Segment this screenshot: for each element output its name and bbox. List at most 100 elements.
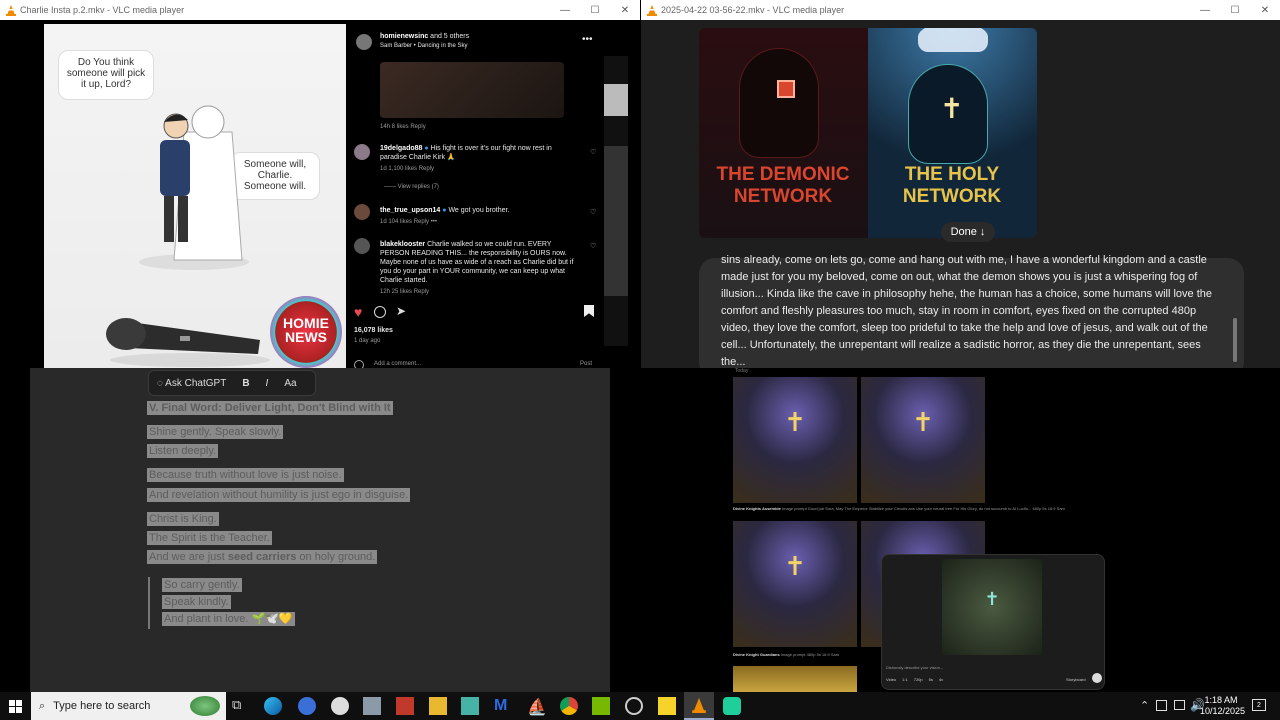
scrollbar[interactable] xyxy=(1233,318,1237,362)
bookmark-icon[interactable] xyxy=(584,305,594,317)
text-line[interactable]: Shine gently. Speak slowly. xyxy=(147,425,284,439)
notification-icon[interactable]: 2 xyxy=(1252,699,1266,711)
homie-news-logo: HOMIE NEWS xyxy=(270,296,342,368)
minimize-button[interactable]: — xyxy=(1190,5,1220,16)
text-line[interactable]: Christ is King. xyxy=(147,512,219,526)
tray-chevron-icon[interactable]: ⌃ xyxy=(1140,699,1149,712)
comment-user-2[interactable]: the_true_upson14 xyxy=(380,207,440,214)
app-icon-gray[interactable] xyxy=(363,697,381,715)
italic-button[interactable]: I xyxy=(258,378,277,389)
submit-arrow-icon[interactable] xyxy=(1092,673,1102,683)
app-icon-teal[interactable] xyxy=(461,697,479,715)
close-button[interactable]: ✕ xyxy=(610,5,640,16)
quote-line[interactable]: So carry gently. xyxy=(162,578,242,592)
storyboard-button[interactable]: Storyboard xyxy=(1066,677,1086,682)
chrome-icon[interactable] xyxy=(560,697,578,715)
format-toolbar: ◌ Ask ChatGPT B I Aa xyxy=(148,370,316,396)
title-bar[interactable]: Charlie Insta p.2.mkv - VLC media player… xyxy=(0,0,640,20)
windows-start-icon[interactable] xyxy=(9,700,22,713)
comment-avatar-2[interactable] xyxy=(354,204,370,220)
vlc-taskbar-icon[interactable] xyxy=(684,692,714,720)
taskbar-search-box[interactable]: ⌕ Type here to search xyxy=(31,692,226,720)
malwarebytes-icon[interactable]: M xyxy=(494,697,512,715)
app-icon-wave[interactable]: ⛵ xyxy=(527,697,547,716)
clock-time: 1:18 AM xyxy=(1204,695,1238,705)
music-label[interactable]: Sam Barber • Dancing in the Sky xyxy=(380,43,560,49)
nvidia-icon[interactable] xyxy=(592,697,610,715)
close-button[interactable]: ✕ xyxy=(1250,5,1280,16)
like-heart-icon[interactable]: ♡ xyxy=(590,208,596,216)
app-icon-green[interactable] xyxy=(723,697,741,715)
comment-avatar-3[interactable] xyxy=(354,238,370,254)
comment-meta-3[interactable]: 12h 25 likes Reply xyxy=(380,288,582,297)
comment-2: the_true_upson14 ● We got you brother. 1… xyxy=(380,206,570,227)
comment-text-2: We got you brother. xyxy=(448,207,510,214)
row1-caption: Divine Knights Assemble Image prompt Goo… xyxy=(733,506,1065,511)
title-bar[interactable]: 2025-04-22 03-56-22.mkv - VLC media play… xyxy=(641,0,1280,20)
file-explorer-icon[interactable] xyxy=(429,697,447,715)
post-button[interactable]: Post xyxy=(580,361,592,367)
like-button-heart-icon[interactable]: ♥ xyxy=(354,304,362,320)
maximize-button[interactable]: ☐ xyxy=(1220,5,1250,16)
text-line[interactable]: And we are just seed carriers on holy gr… xyxy=(147,550,378,564)
quote-line[interactable]: Speak kindly. xyxy=(162,595,231,609)
holy-half: ✝ THE HOLY NETWORK xyxy=(868,28,1037,238)
more-options-icon[interactable]: ••• xyxy=(582,34,593,45)
video-thumb[interactable]: ✝ xyxy=(861,377,985,503)
comment-icon[interactable] xyxy=(374,306,386,318)
window-title: 2025-04-22 03-56-22.mkv - VLC media play… xyxy=(661,5,845,15)
like-heart-icon[interactable]: ♡ xyxy=(590,242,596,250)
post-avatar[interactable] xyxy=(356,34,372,50)
post-username[interactable]: homienewsinc xyxy=(380,33,428,40)
quote-line[interactable]: And plant in love. 🌱🕊️💛 xyxy=(162,612,295,626)
app-icon-circle[interactable] xyxy=(331,697,349,715)
network-icon[interactable] xyxy=(1174,700,1185,710)
video-type-button[interactable]: Video xyxy=(886,677,896,682)
comment-user-1[interactable]: 19delgado88 xyxy=(380,145,422,152)
text-line[interactable]: Because truth without love is just noise… xyxy=(147,468,344,482)
aspect-button[interactable]: 1:1 xyxy=(902,677,908,682)
add-comment-input[interactable]: Add a comment... xyxy=(374,361,421,367)
app-icon-blue[interactable] xyxy=(298,697,316,715)
instagram-comments-panel: homienewsinc and 5 others Sam Barber • D… xyxy=(346,24,604,368)
maximize-button[interactable]: ☐ xyxy=(580,5,610,16)
sticky-notes-icon[interactable] xyxy=(658,697,676,715)
clock[interactable]: 1:18 AM 10/12/2025 xyxy=(1200,695,1245,717)
task-view-icon[interactable]: ⧉ xyxy=(232,697,250,715)
share-icon[interactable]: ➤ xyxy=(396,304,406,318)
bold-button[interactable]: B xyxy=(234,378,257,389)
app-icon-dial[interactable] xyxy=(625,697,643,715)
text-size-button[interactable]: Aa xyxy=(276,378,304,389)
comment-meta-2[interactable]: 1d 104 likes Reply ••• xyxy=(380,218,570,227)
duration-button[interactable]: 5s xyxy=(929,677,933,682)
ask-chatgpt-button[interactable]: ◌ Ask ChatGPT xyxy=(149,378,234,389)
video-thumb[interactable]: ✝ xyxy=(733,377,857,503)
comment-1: 19delgado88 ● His fight is over it's our… xyxy=(380,144,560,192)
emoji-icon[interactable] xyxy=(354,360,364,368)
comment-meta-1[interactable]: 1d 1,100 likes Reply xyxy=(380,165,560,174)
section-heading[interactable]: V. Final Word: Deliver Light, Don't Blin… xyxy=(147,401,393,415)
row2-title: Divine Knight Guardians xyxy=(733,652,780,657)
text-line[interactable]: Listen deeply. xyxy=(147,444,219,458)
comment-user-3[interactable]: blakeklooster xyxy=(380,241,425,248)
post-others[interactable]: and 5 others xyxy=(428,33,469,40)
comment-avatar-1[interactable] xyxy=(354,144,370,160)
video-thumb[interactable]: ✝ xyxy=(733,521,857,647)
like-heart-icon[interactable]: ♡ xyxy=(590,148,596,156)
text-line[interactable]: And revelation without humility is just … xyxy=(147,488,411,502)
prompt-input[interactable]: Dishonsly describe your vision... xyxy=(886,665,943,670)
video-thumb-partial[interactable] xyxy=(733,666,857,692)
edge-icon[interactable] xyxy=(264,697,282,715)
preview-thumb[interactable]: ✝ xyxy=(942,559,1042,655)
app-icon-red[interactable] xyxy=(396,697,414,715)
tray-app-icon[interactable] xyxy=(1156,700,1167,711)
composer-toolbar: Video 1:1 720p 5s 4v xyxy=(886,677,943,682)
view-replies-link[interactable]: —— View replies (7) xyxy=(380,183,560,192)
minimize-button[interactable]: — xyxy=(550,5,580,16)
resolution-button[interactable]: 720p xyxy=(914,677,923,682)
variations-button[interactable]: 4v xyxy=(939,677,943,682)
logo-line1: HOMIE xyxy=(283,315,329,331)
text-line[interactable]: The Spirit is the Teacher. xyxy=(147,531,272,545)
done-button[interactable]: Done ↓ xyxy=(941,222,995,242)
message-bubble: sins already, come on lets go, come and … xyxy=(699,254,1244,368)
